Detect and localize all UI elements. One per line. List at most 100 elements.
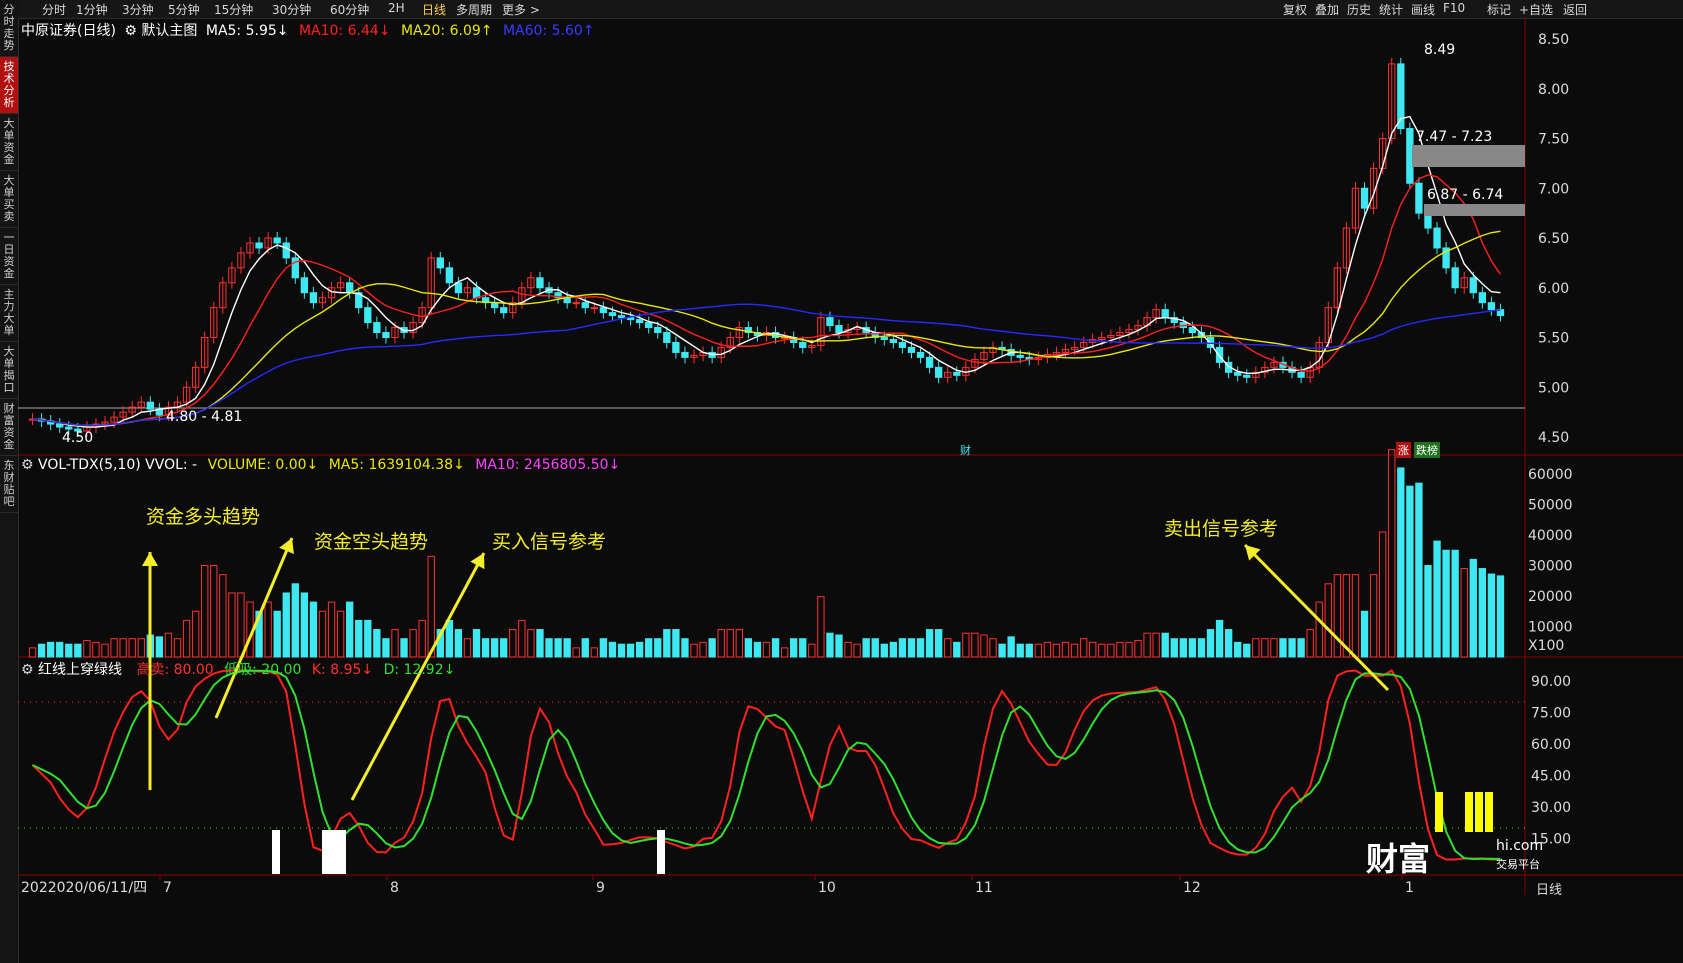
candle-body-37 xyxy=(364,307,372,324)
x-axis-period: 日线 xyxy=(1536,883,1563,898)
gap-label-1: 7.47 - 7.23 xyxy=(1416,129,1493,145)
ma10-line xyxy=(32,174,1502,427)
volume-bar-99 xyxy=(925,629,934,658)
candle-body-27 xyxy=(273,237,281,244)
volume-bar-119 xyxy=(1107,643,1115,658)
volume-bar-131 xyxy=(1215,619,1224,658)
watermark-logo: 财富 xyxy=(1366,840,1431,878)
volume-bar-41 xyxy=(400,638,408,658)
gear-icon[interactable]: ⚙ xyxy=(21,457,34,473)
candle-body-155 xyxy=(1433,227,1441,249)
x-axis-date: 2022020/06/11/四 xyxy=(21,880,148,896)
candle-body-67 xyxy=(635,319,644,324)
candle-body-94 xyxy=(880,337,888,340)
candle-body-35 xyxy=(346,282,354,294)
candle-body-134 xyxy=(1243,374,1251,378)
volume-bar-29 xyxy=(291,583,299,658)
price-tick-4: 6.50 xyxy=(1538,231,1569,247)
volume-bar-81 xyxy=(762,641,771,658)
volume-bar-101 xyxy=(944,638,952,658)
watermark-site: hi.com xyxy=(1496,838,1544,854)
volume-bar-16 xyxy=(173,638,182,658)
volume-bar-83 xyxy=(780,647,789,658)
volume-bar-4 xyxy=(65,643,73,658)
candle-body-97 xyxy=(907,346,916,353)
signal-bar-3 xyxy=(338,830,346,874)
list-marker[interactable]: 跌榜 xyxy=(1414,442,1440,458)
candle-body-98 xyxy=(916,351,925,358)
rise-marker[interactable]: 涨 xyxy=(1396,442,1411,458)
volume-tick-0: 60000 xyxy=(1528,467,1573,483)
volume-bar-118 xyxy=(1098,643,1106,658)
volume-bar-88 xyxy=(826,632,834,658)
finance-marker[interactable]: 财 xyxy=(960,442,971,458)
callout-buy-signal: 买入信号参考 xyxy=(492,531,607,553)
volume-bar-136 xyxy=(1261,638,1269,658)
volume-bar-98 xyxy=(916,638,925,658)
callout-sell-signal: 卖出信号参考 xyxy=(1164,518,1279,540)
volume-bar-75 xyxy=(708,638,716,658)
volume-bar-100 xyxy=(934,629,943,658)
volume-bar-134 xyxy=(1243,643,1251,658)
volume-bar-47 xyxy=(454,629,463,658)
volume-title: VOL-TDX(5,10) VVOL: - xyxy=(38,457,198,473)
volume-bar-28 xyxy=(282,592,290,658)
price-tick-2: 7.50 xyxy=(1538,132,1569,148)
volume-bar-42 xyxy=(409,629,417,658)
indicator-tick-4: 30.00 xyxy=(1531,800,1571,816)
volume-bar-10 xyxy=(119,638,127,658)
volume-bar-26 xyxy=(264,601,272,658)
month-tick-1: 8 xyxy=(390,880,399,896)
volume-bar-38 xyxy=(373,629,381,658)
callout-bear-trend: 资金空头趋势 xyxy=(314,531,429,553)
volume-bar-6 xyxy=(83,640,91,658)
signal-bar-1 xyxy=(322,830,330,874)
volume-bar-57 xyxy=(545,638,553,658)
candle-body-160 xyxy=(1478,292,1487,304)
candle-body-131 xyxy=(1215,346,1224,363)
volume-bar-152 xyxy=(1406,485,1414,658)
volume-ma5: MA5: 1639104.38↓ xyxy=(328,457,465,473)
gear-icon: ⚙ xyxy=(124,23,137,39)
volume-bar-93 xyxy=(871,638,879,658)
volume-bar-48 xyxy=(463,638,472,658)
candle-body-28 xyxy=(282,242,290,259)
volume-bar-58 xyxy=(554,638,562,658)
signal-bar-4 xyxy=(657,830,665,874)
volume-bar-5 xyxy=(74,643,82,658)
volume-info-line: ⚙ VOL-TDX(5,10) VVOL: - VOLUME: 0.00↓ MA… xyxy=(21,457,620,473)
volume-bar-70 xyxy=(663,629,671,658)
price-tick-3: 7.00 xyxy=(1538,181,1569,197)
d-label: D: 12.92↓ xyxy=(383,662,456,678)
volume-bar-144 xyxy=(1333,574,1342,658)
main-chart-selector[interactable]: ⚙ 默认主图 xyxy=(124,23,201,39)
volume-bar-36 xyxy=(355,619,363,658)
volume-bar-11 xyxy=(128,638,136,658)
candle-body-72 xyxy=(681,351,689,358)
candle-body-65 xyxy=(617,315,626,319)
candle-body-25 xyxy=(255,242,263,249)
volume-bar-107 xyxy=(998,643,1006,658)
candle-body-56 xyxy=(536,277,544,289)
volume-bar-69 xyxy=(654,638,662,658)
signal-bar-5 xyxy=(1435,792,1443,832)
volume-bar-89 xyxy=(835,634,843,658)
volume-bar-71 xyxy=(672,629,680,658)
volume-bar-22 xyxy=(228,592,236,658)
volume-bar-159 xyxy=(1469,558,1477,658)
gear-icon[interactable]: ⚙ xyxy=(21,662,34,678)
volume-bar-33 xyxy=(327,601,336,658)
candle-body-61 xyxy=(581,302,589,309)
candle-body-51 xyxy=(490,302,499,309)
candle-body-45 xyxy=(436,257,444,269)
candle-body-64 xyxy=(608,312,617,317)
volume-bar-74 xyxy=(699,641,707,658)
volume-tick-2: 40000 xyxy=(1528,528,1573,544)
volume-bar-68 xyxy=(645,638,653,658)
volume-bar-2 xyxy=(46,641,55,658)
volume-bar-151 xyxy=(1397,467,1405,658)
volume-bar-80 xyxy=(753,641,762,658)
candle-body-68 xyxy=(645,322,653,329)
price-tick-8: 4.50 xyxy=(1538,430,1569,446)
volume-bar-30 xyxy=(300,592,309,658)
